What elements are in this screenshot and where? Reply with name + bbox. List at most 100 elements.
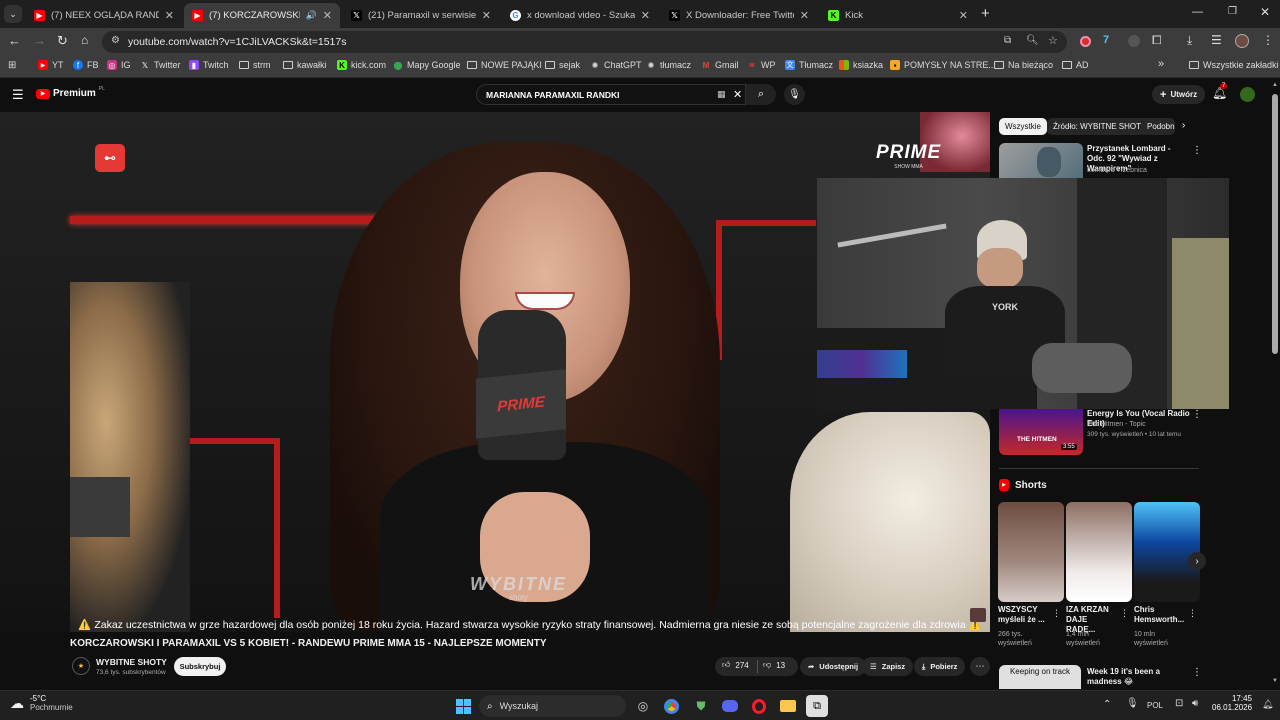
rec-thumbnail[interactable]: Keeping on track: [999, 665, 1081, 689]
close-icon[interactable]: ✕: [165, 9, 174, 22]
restore-button[interactable]: ❐: [1228, 6, 1237, 17]
share-button[interactable]: ➦ Udostępnij: [800, 657, 867, 676]
new-tab-button[interactable]: +: [981, 5, 990, 22]
bookmark-kawalki[interactable]: kawałki: [283, 60, 327, 70]
chip-source[interactable]: Źródło: WYBITNE SHOTY: [1047, 118, 1153, 135]
bookmark-ad[interactable]: AD: [1062, 60, 1089, 70]
bookmark-chatgpt[interactable]: ✺ ChatGPT: [590, 60, 642, 70]
minimize-button[interactable]: —: [1192, 6, 1203, 18]
bookmark-wp[interactable]: w WP: [747, 60, 775, 70]
language-indicator[interactable]: POL: [1147, 701, 1163, 710]
bookmark-twitter[interactable]: 𝕏 Twitter: [140, 60, 181, 70]
rec-thumbnail[interactable]: THE HITMEN 3:55: [999, 409, 1083, 455]
menu-kebab-icon[interactable]: ⋮: [1262, 33, 1274, 47]
clock[interactable]: 17:45 06.01.2026: [1212, 694, 1252, 712]
microphone-tray-icon[interactable]: 🎙︎: [1126, 698, 1139, 709]
bookmark-sejak[interactable]: sejak: [545, 60, 580, 70]
dislike-button[interactable]: 👎︎ 13: [763, 660, 785, 670]
profile-avatar[interactable]: [1235, 34, 1249, 48]
scrollbar-track[interactable]: ▲ ▼: [1270, 80, 1280, 690]
menu-kebab-icon[interactable]: ⋮: [1192, 145, 1202, 156]
short-title[interactable]: Chris Hemsworth...: [1134, 605, 1186, 625]
rec-title[interactable]: Week 19 it's been a madness 😂: [1087, 667, 1187, 687]
bookmark-tlumacz-gpt[interactable]: ✺ tłumacz: [646, 60, 691, 70]
save-button[interactable]: ☰ Zapisz: [862, 657, 914, 676]
hamburger-menu-icon[interactable]: ☰: [12, 87, 24, 103]
bookmark-yt[interactable]: ▶ YT: [38, 60, 64, 70]
tab-paramaxil-x[interactable]: 𝕏 (21) Paramaxil w serwisie X: „a w ✕: [343, 3, 499, 28]
menu-kebab-icon[interactable]: ⋮: [1052, 608, 1061, 619]
puzzle-icon[interactable]: ⧠: [1152, 33, 1162, 48]
windows-start-icon[interactable]: [452, 695, 474, 717]
bookmark-nowe-pajaki[interactable]: NOWE PAJĄKI: [467, 60, 542, 70]
bookmark-na-biezaco[interactable]: Na bieżąco: [994, 60, 1053, 70]
taskbar-search[interactable]: ⌕ Wyszukaj: [479, 695, 626, 717]
more-actions-button[interactable]: ⋯: [970, 657, 990, 676]
avatar[interactable]: [1240, 87, 1255, 102]
short-thumbnail[interactable]: [1134, 502, 1200, 602]
speaker-icon[interactable]: 🔊: [306, 10, 317, 21]
keyboard-icon[interactable]: ▦: [717, 89, 726, 100]
close-icon[interactable]: ✕: [959, 9, 968, 22]
bookmark-kick[interactable]: Kkick.com: [337, 60, 386, 70]
tab-x-downloader[interactable]: 𝕏 X Downloader: Free Twitter Vid ✕: [661, 3, 817, 28]
short-thumbnail[interactable]: [998, 502, 1064, 602]
bookmark-mapy-google[interactable]: ⬤ Mapy Google: [393, 60, 461, 70]
close-icon[interactable]: ✕: [482, 9, 491, 22]
bookmark-twitch[interactable]: ▮ Twitch: [189, 60, 229, 70]
bookmark-star-icon[interactable]: ☆: [1048, 34, 1058, 47]
close-icon[interactable]: ✕: [641, 9, 650, 22]
bookmarks-overflow[interactable]: »: [1158, 58, 1164, 70]
clear-search-icon[interactable]: ✕: [733, 88, 742, 101]
opera-icon[interactable]: [748, 695, 770, 717]
network-icon[interactable]: ⊡: [1175, 698, 1183, 709]
extension-icon[interactable]: [1128, 35, 1140, 47]
forward-arrow-icon[interactable]: →: [33, 33, 46, 48]
chrome-icon[interactable]: [660, 695, 682, 717]
back-arrow-icon[interactable]: ←: [8, 33, 21, 48]
site-info-icon[interactable]: ⚙: [111, 35, 120, 46]
bookmark-tlumacz[interactable]: 文 Tłumacz: [785, 60, 833, 70]
weather-widget[interactable]: ☁ -5°C Pochmurnie: [10, 694, 73, 712]
channel-name[interactable]: WYBITNE SHOTY: [96, 657, 167, 667]
create-button[interactable]: + Utwórz: [1152, 85, 1206, 104]
scroll-up-arrow[interactable]: ▲: [1272, 82, 1278, 88]
short-title[interactable]: WSZYSCY myśleli że ...: [998, 605, 1050, 625]
reading-list-icon[interactable]: ☰: [1211, 33, 1222, 47]
bookmark-strm[interactable]: strm: [239, 60, 271, 70]
file-explorer-icon[interactable]: [777, 695, 799, 717]
close-icon[interactable]: ✕: [323, 9, 332, 22]
notifications-bell[interactable]: 🔔︎ 7: [1212, 83, 1228, 100]
search-input[interactable]: MARIANNA PARAMAXIL RANDKI ▦ ✕: [476, 84, 746, 105]
shield-app-icon[interactable]: ⛊: [690, 695, 712, 717]
tab-google-search[interactable]: G x download video - Szukaj w Go ✕: [502, 3, 658, 28]
volume-icon[interactable]: 🔊︎: [1192, 698, 1198, 709]
extension-icon[interactable]: 7: [1103, 34, 1109, 46]
menu-kebab-icon[interactable]: ⋮: [1120, 608, 1129, 619]
chip-similar[interactable]: Podobne: [1141, 118, 1175, 135]
like-button[interactable]: 👍︎ 274: [722, 660, 749, 670]
chevron-right-icon[interactable]: ›: [1182, 120, 1185, 131]
bookmark-ig[interactable]: ◎ IG: [107, 60, 131, 70]
close-window-button[interactable]: ✕: [1260, 5, 1270, 19]
search-button[interactable]: ⌕: [746, 84, 776, 105]
home-icon[interactable]: ⌂: [81, 33, 88, 47]
scroll-down-arrow[interactable]: ▼: [1272, 678, 1278, 684]
subscribe-button[interactable]: Subskrybuj: [174, 657, 226, 676]
short-thumbnail[interactable]: [1066, 502, 1132, 602]
download-icon[interactable]: ⤓: [1187, 33, 1192, 48]
chevron-up-icon[interactable]: ⌃: [1103, 699, 1111, 710]
notification-center-icon[interactable]: 🔔︎: [1262, 699, 1273, 710]
menu-kebab-icon[interactable]: ⋮: [1192, 409, 1202, 420]
task-view-icon[interactable]: ◎: [632, 695, 654, 717]
download-button[interactable]: ⤓ Pobierz: [914, 657, 966, 676]
menu-kebab-icon[interactable]: ⋮: [1188, 608, 1197, 619]
close-icon[interactable]: ✕: [800, 9, 809, 22]
record-extension-icon[interactable]: [1080, 36, 1091, 47]
capcut-icon[interactable]: ⧉: [806, 695, 828, 717]
reload-icon[interactable]: ↻: [57, 33, 68, 49]
bookmark-ksiazka[interactable]: ksiazka: [839, 60, 883, 70]
bookmark-gmail[interactable]: M Gmail: [701, 60, 739, 70]
tab-kick[interactable]: K Kick ✕: [820, 3, 976, 28]
discord-icon[interactable]: [719, 695, 741, 717]
